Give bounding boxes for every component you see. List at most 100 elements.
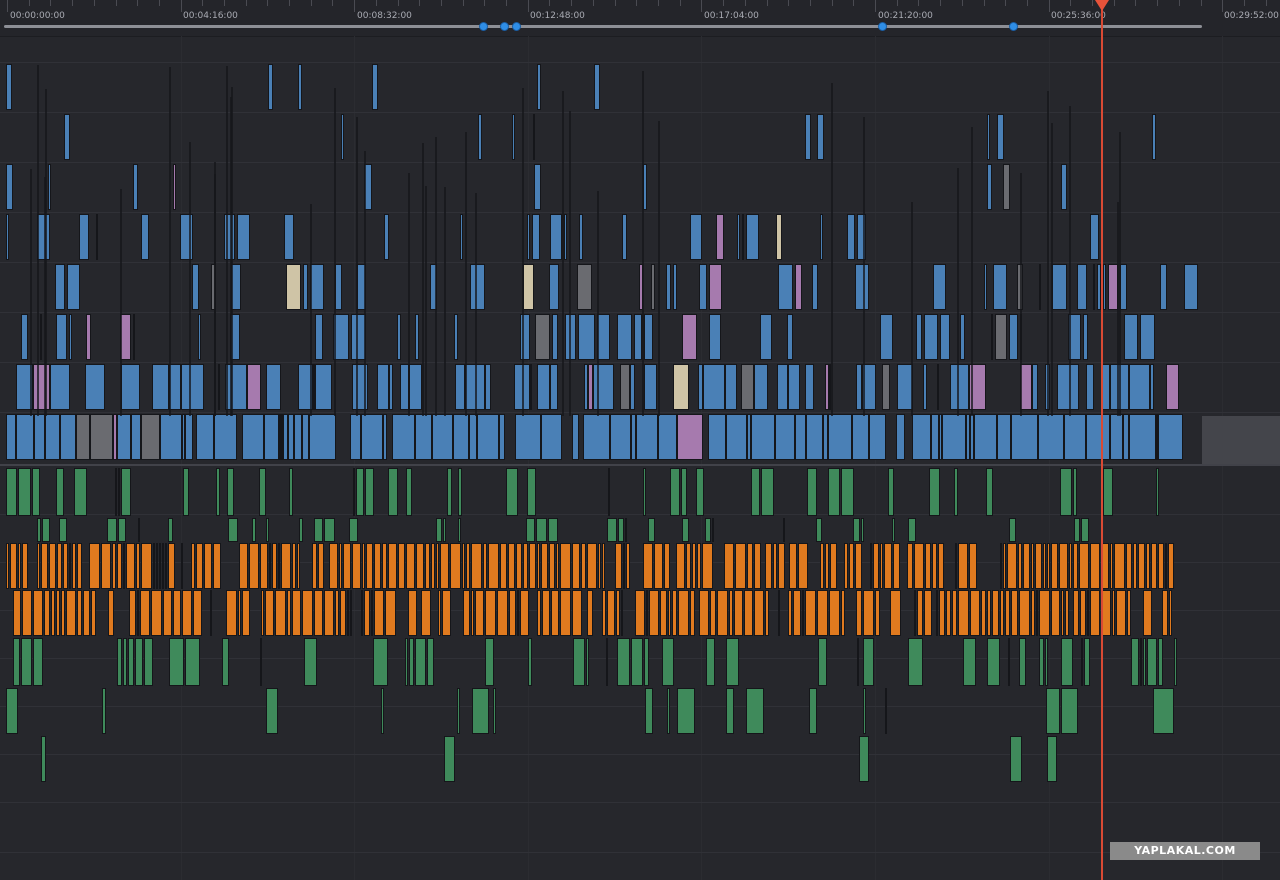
timeline-clip[interactable] [1035,543,1042,589]
timeline-clip[interactable] [870,543,872,589]
timeline-clip[interactable] [292,543,296,589]
timeline-clip[interactable] [72,543,76,589]
timeline-clip[interactable] [299,518,303,542]
timeline-clip[interactable] [625,518,627,542]
timeline-clip[interactable] [869,414,886,460]
timeline-clip[interactable] [699,590,709,636]
timeline-clip[interactable] [6,64,12,110]
timeline-clip[interactable] [458,468,462,516]
timeline-clip[interactable] [162,543,164,589]
timeline-clip[interactable] [382,543,387,589]
timeline-clip[interactable] [817,590,828,636]
timeline-clip[interactable] [1010,736,1022,782]
timeline-clip[interactable] [787,314,793,360]
timeline-clip[interactable] [453,414,469,460]
timeline-clip[interactable] [335,590,339,636]
timeline-clip[interactable] [37,65,39,416]
timeline-clip[interactable] [77,543,82,589]
timeline-clip[interactable] [692,543,696,589]
timeline-clip[interactable] [315,314,323,360]
timeline-clip[interactable] [587,543,597,589]
timeline-clip[interactable] [818,638,827,686]
timeline-clip[interactable] [13,638,20,686]
timeline-clip[interactable] [41,736,46,782]
timeline-clip[interactable] [849,543,854,589]
timeline-clip[interactable] [1153,688,1174,734]
timeline-clip[interactable] [117,638,122,686]
timeline-clip[interactable] [163,590,172,636]
timeline-clip[interactable] [830,543,837,589]
timeline-clip[interactable] [516,543,522,589]
timeline-clip[interactable] [1129,414,1156,460]
timeline-clip[interactable] [702,543,713,589]
timeline-clip[interactable] [662,638,674,686]
timeline-clip[interactable] [880,314,893,360]
timeline-clip[interactable] [549,264,559,310]
timeline-clip[interactable] [606,638,608,686]
timeline-clip[interactable] [343,543,351,589]
timeline-clip[interactable] [226,66,228,416]
timeline-clip[interactable] [1051,543,1058,589]
timeline-clip[interactable] [13,590,21,636]
timeline-clip[interactable] [356,468,364,516]
timeline-clip[interactable] [765,590,769,636]
timeline-clip[interactable] [310,264,324,310]
timeline-clip[interactable] [847,214,855,260]
timeline-clip[interactable] [1046,688,1060,734]
timeline-clip[interactable] [754,543,761,589]
timeline-clip[interactable] [10,543,17,589]
timeline-clip[interactable] [463,590,470,636]
timeline-clip[interactable] [651,264,655,310]
timeline-clip[interactable] [537,590,541,636]
timeline-clip[interactable] [318,543,324,589]
timeline-clip[interactable] [472,688,489,734]
timeline-clip[interactable] [365,468,374,516]
timeline-clip[interactable] [893,543,900,589]
timeline-clip[interactable] [436,543,439,589]
timeline-clip[interactable] [128,638,134,686]
timeline-clip[interactable] [115,468,117,516]
timeline-clip[interactable] [118,468,120,516]
timeline-clip[interactable] [60,414,76,460]
timeline-clip[interactable] [997,114,1004,160]
timeline-clip[interactable] [443,518,446,542]
timeline-clip[interactable] [1018,543,1022,589]
timeline-clip[interactable] [1081,518,1089,542]
timeline-clip[interactable] [242,414,264,460]
playhead-handle-icon[interactable] [1094,0,1109,11]
timeline-clip[interactable] [805,364,814,410]
timeline-clip[interactable] [914,543,924,589]
timeline-clip[interactable] [196,543,203,589]
timeline-clip[interactable] [1151,543,1157,589]
timeline-clip[interactable] [483,543,487,589]
timeline-clip[interactable] [993,264,1007,310]
track-area[interactable] [0,36,1280,880]
timeline-clip[interactable] [1140,314,1155,360]
timeline-clip[interactable] [676,543,685,589]
timeline-clip[interactable] [238,590,241,636]
timeline-clip[interactable] [141,214,149,260]
timeline-clip[interactable] [587,590,593,636]
timeline-clip[interactable] [527,468,536,516]
timeline-clip[interactable] [841,468,854,516]
timeline-clip[interactable] [712,518,714,542]
timeline-clip[interactable] [138,518,140,542]
timeline-clip[interactable] [649,590,659,636]
timeline-clip[interactable] [1158,638,1163,686]
timeline-clip[interactable] [933,264,946,310]
timeline-clip[interactable] [444,736,455,782]
timeline-clip[interactable] [374,590,384,636]
timeline-clip[interactable] [726,414,747,460]
timeline-clip[interactable] [16,414,34,460]
timeline-clip[interactable] [374,543,381,589]
timeline-clip[interactable] [309,414,336,460]
timeline-clip[interactable] [61,590,65,636]
timeline-clip[interactable] [1143,590,1152,636]
timeline-clip[interactable] [705,518,711,542]
timeline-clip[interactable] [298,64,302,110]
timeline-clip[interactable] [820,214,823,260]
timeline-clip[interactable] [664,543,670,589]
timeline-clip[interactable] [754,364,768,410]
timeline-clip[interactable] [654,543,663,589]
timeline-clip[interactable] [77,590,82,636]
